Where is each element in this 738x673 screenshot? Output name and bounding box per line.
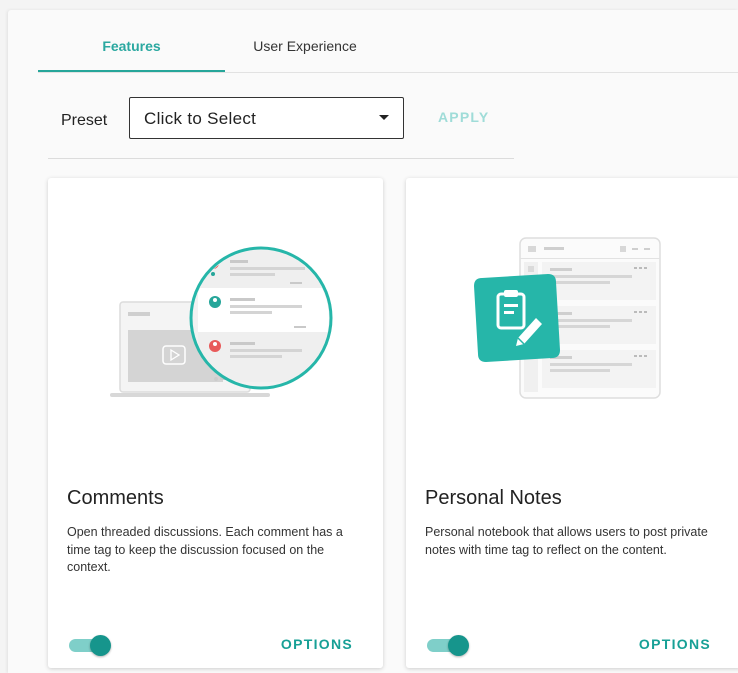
card-title: Personal Notes: [425, 487, 562, 509]
options-button[interactable]: OPTIONS: [639, 636, 711, 652]
toggle-thumb: [90, 635, 111, 656]
tab-bar: Features User Experience: [38, 22, 738, 73]
options-button[interactable]: OPTIONS: [281, 636, 353, 652]
preset-label: Preset: [61, 112, 108, 129]
comments-illustration-icon: [48, 178, 383, 478]
feature-card-comments: Comments Open threaded discussions. Each…: [48, 178, 383, 668]
tab-user-experience[interactable]: User Experience: [225, 22, 385, 70]
toggle-thumb: [448, 635, 469, 656]
chevron-down-icon: [379, 115, 389, 120]
personal-notes-illustration-icon: [406, 178, 738, 478]
apply-button[interactable]: APPLY: [438, 109, 489, 125]
card-description: Open threaded discussions. Each comment …: [67, 525, 343, 574]
card-title: Comments: [67, 487, 164, 509]
preset-select[interactable]: Click to Select: [129, 97, 404, 139]
preset-row: Preset Click to Select APPLY: [48, 96, 514, 159]
preset-select-value: Click to Select: [144, 109, 257, 128]
feature-card-personal-notes: Personal Notes Personal notebook that al…: [406, 178, 738, 668]
personal-notes-toggle[interactable]: [425, 633, 473, 659]
tab-features[interactable]: Features: [38, 22, 225, 70]
features-panel: Features User Experience Preset Click to…: [8, 10, 738, 673]
card-description: Personal notebook that allows users to p…: [425, 525, 708, 557]
comments-toggle[interactable]: [67, 633, 115, 659]
active-tab-indicator: [38, 70, 225, 72]
